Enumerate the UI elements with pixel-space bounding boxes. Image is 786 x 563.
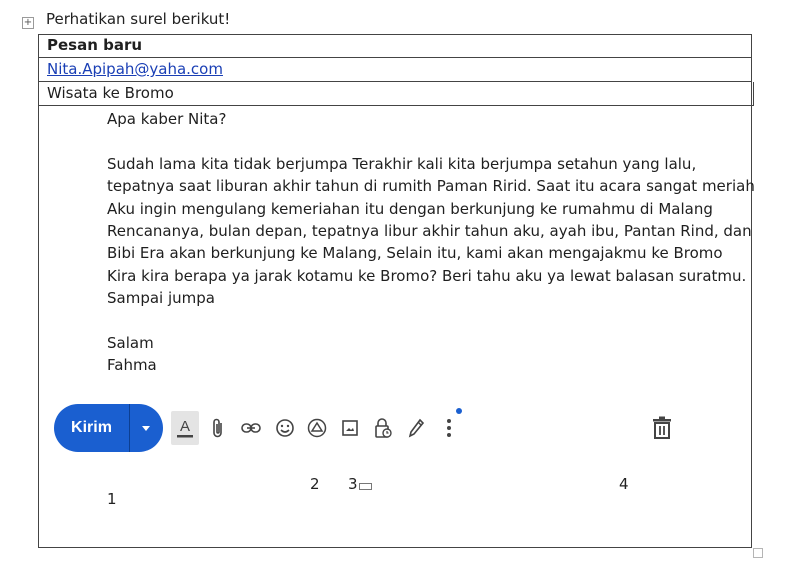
anchor-box: [359, 483, 372, 490]
format-text-icon[interactable]: A: [171, 411, 199, 445]
body-line: Salam: [107, 333, 154, 352]
new-message-heading: Pesan baru: [38, 34, 752, 58]
more-vert-icon[interactable]: [435, 414, 463, 442]
body-line: tepatnya saat liburan akhir tahun di rum…: [107, 177, 755, 196]
trash-icon[interactable]: [648, 414, 676, 442]
drive-icon[interactable]: [303, 414, 331, 442]
resize-handle[interactable]: [753, 548, 763, 558]
body-line: Bibi Era akan berkunjung ke Malang, Sela…: [107, 244, 723, 263]
notification-dot: [456, 408, 462, 414]
body-line: Rencananya, bulan depan, tepatnya libur …: [107, 221, 752, 240]
pen-icon[interactable]: [402, 414, 430, 442]
emoji-icon[interactable]: [271, 414, 299, 442]
photo-icon[interactable]: [336, 414, 364, 442]
label-3: 3: [348, 475, 358, 493]
subject-row[interactable]: Wisata ke Bromo: [38, 82, 754, 106]
attach-icon[interactable]: [204, 414, 232, 442]
label-2: 2: [310, 475, 320, 493]
body-line: Kira kira berapa ya jarak kotamu ke Brom…: [107, 266, 747, 285]
body-blank-line: [107, 310, 747, 332]
label-1: 1: [107, 490, 117, 508]
body-line: Sampai jumpa: [107, 289, 215, 308]
message-body[interactable]: Apa kaber Nita? Sudah lama kita tidak ber…: [107, 108, 755, 377]
body-line: Sudah lama kita tidak berjumpa Terakhir …: [107, 154, 697, 173]
recipient-row[interactable]: Nita.Apipah@yaha.com: [38, 58, 752, 82]
caret-down-icon: [142, 426, 150, 431]
send-button[interactable]: Kirim: [54, 404, 163, 452]
recipient-email[interactable]: Nita.Apipah@yaha.com: [47, 60, 223, 78]
compose-toolbar: Kirim A: [54, 404, 694, 452]
send-options-button[interactable]: [130, 404, 163, 452]
send-button-label: Kirim: [71, 419, 112, 436]
body-line: Apa kaber Nita?: [107, 110, 227, 128]
label-4: 4: [619, 475, 629, 493]
body-line: Aku ingin mengulang kemeriahan itu denga…: [107, 199, 713, 218]
intro-text: Perhatikan surel berikut!: [46, 10, 231, 28]
link-icon[interactable]: [237, 414, 265, 442]
svg-text:A: A: [180, 418, 190, 435]
body-line: Fahma: [107, 356, 157, 375]
lock-clock-icon[interactable]: [369, 414, 397, 442]
body-blank-line: [107, 130, 747, 152]
table-move-handle[interactable]: +: [22, 17, 34, 29]
